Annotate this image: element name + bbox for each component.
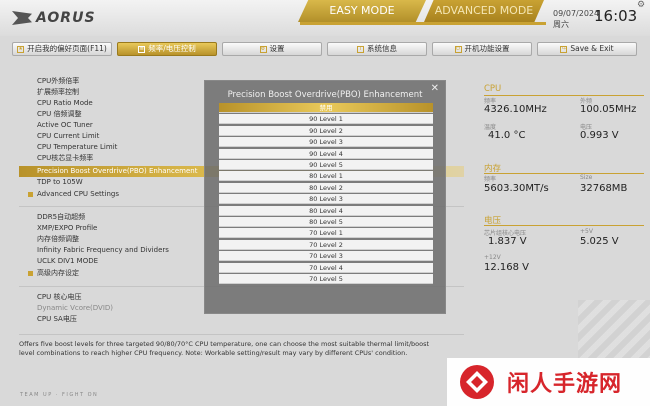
pbo-options-dialog: Precision Boost Overdrive(PBO) Enhanceme… xyxy=(204,80,446,314)
aorus-logo: AORUS xyxy=(12,8,96,28)
gear-icon[interactable]: ⚙ xyxy=(637,0,645,10)
item-label: Infinity Fabric Frequency and Dividers xyxy=(37,246,169,254)
brand-name: AORUS xyxy=(36,10,96,26)
dialog-option[interactable]: 90 Level 1 xyxy=(219,114,433,125)
time-display: 16:03 xyxy=(594,7,638,25)
dialog-option[interactable]: 70 Level 5 xyxy=(219,274,433,284)
item-label: CPU 核心电压 xyxy=(37,293,82,301)
cpu-bclk-value: 100.05MHz xyxy=(580,104,637,115)
top-header: AORUS EASY MODE ADVANCED MODE 09/07/2024… xyxy=(0,0,650,36)
mem-freq-value: 5603.30MT/s xyxy=(484,183,549,194)
tab-favorites[interactable]: ★ 开启我的偏好页面(F11) xyxy=(12,42,112,56)
tab-label: 频率/电压控制 xyxy=(148,44,196,53)
tab-system-info[interactable]: i 系统信息 xyxy=(327,42,427,56)
dialog-title: Precision Boost Overdrive(PBO) Enhanceme… xyxy=(227,90,423,100)
site-watermark: 闲人手游网 xyxy=(447,358,650,406)
item-label: Active OC Tuner xyxy=(37,121,93,129)
dialog-option[interactable]: 90 Level 2 xyxy=(219,125,433,136)
tab-label: 开启我的偏好页面(F11) xyxy=(27,44,107,53)
dialog-option[interactable]: 80 Level 4 xyxy=(219,205,433,216)
watermark-text: 闲人手游网 xyxy=(507,372,623,397)
v12-value: 12.168 V xyxy=(484,262,530,273)
help-description: Offers five boost levels for three targe… xyxy=(19,340,430,357)
item-label: 扩展频率控制 xyxy=(37,88,79,96)
info-icon: i xyxy=(357,45,364,53)
mode-underline xyxy=(300,22,546,25)
close-icon[interactable]: ✕ xyxy=(431,83,439,94)
submenu-bullet-icon xyxy=(28,271,33,276)
item-label: CPU Ratio Mode xyxy=(37,99,93,107)
advanced-mode-button[interactable]: ADVANCED MODE xyxy=(424,0,544,22)
mem-size-value: 32768MB xyxy=(580,183,628,194)
item-label: CPU SA电压 xyxy=(37,315,77,323)
tab-save-exit[interactable]: ↪ Save & Exit xyxy=(537,42,637,56)
dialog-option[interactable]: 90 Level 3 xyxy=(219,137,433,148)
v5-value: 5.025 V xyxy=(580,236,619,247)
dialog-option[interactable]: 80 Level 2 xyxy=(219,182,433,193)
list-item[interactable]: CPU SA电压 xyxy=(19,314,464,325)
item-label: 高级内存设定 xyxy=(37,269,79,277)
tab-label: 设置 xyxy=(269,44,285,53)
cpu-volt-value: 0.993 V xyxy=(580,130,619,141)
save-icon: ↪ xyxy=(560,45,568,53)
easy-mode-button[interactable]: EASY MODE xyxy=(298,0,426,22)
tweaker-icon: ≡ xyxy=(138,45,146,53)
dialog-option[interactable]: 90 Level 5 xyxy=(219,160,433,170)
tab-label: Save & Exit xyxy=(570,44,614,53)
chipset-volt-value: 1.837 V xyxy=(488,236,527,247)
dialog-option[interactable]: 70 Level 1 xyxy=(219,228,433,239)
dialog-option[interactable]: 70 Level 2 xyxy=(219,239,433,250)
aorus-eagle-icon xyxy=(12,11,32,25)
star-icon: ★ xyxy=(17,45,25,53)
section-line xyxy=(484,173,644,174)
item-label: 内存倍频调整 xyxy=(37,235,79,243)
item-label: Dynamic Vcore(DVID) xyxy=(37,304,114,312)
boot-icon: ⏻ xyxy=(454,45,462,53)
section-line xyxy=(484,95,644,96)
item-label: Advanced CPU Settings xyxy=(37,190,119,198)
tab-settings[interactable]: ⚙ 设置 xyxy=(222,42,322,56)
item-label: CPU核芯显卡频率 xyxy=(37,154,94,162)
tab-label: 开机功能设置 xyxy=(464,44,510,53)
main-tab-bar: ★ 开启我的偏好页面(F11) ≡ 频率/电压控制 ⚙ 设置 i 系统信息 ⏻ … xyxy=(12,42,640,56)
tab-boot[interactable]: ⏻ 开机功能设置 xyxy=(432,42,532,56)
settings-icon: ⚙ xyxy=(259,45,267,53)
cpu-section-title: CPU xyxy=(484,84,502,94)
dialog-option[interactable]: 80 Level 1 xyxy=(219,171,433,182)
dialog-option[interactable]: 80 Level 3 xyxy=(219,194,433,205)
v12-label: +12V xyxy=(484,254,501,261)
weekday-display: 周六 xyxy=(553,20,569,29)
dialog-option-selected[interactable]: 禁用 xyxy=(219,103,433,113)
mem-freq-label: 频率 xyxy=(484,176,497,183)
date-display: 09/07/2024 xyxy=(553,9,600,18)
dialog-option[interactable]: 90 Level 4 xyxy=(219,148,433,159)
item-label: CPU 倍频调整 xyxy=(37,110,82,118)
section-line xyxy=(484,225,644,226)
item-label: CPU Current Limit xyxy=(37,132,100,140)
dialog-option[interactable]: 70 Level 4 xyxy=(219,262,433,273)
item-label: UCLK DIV1 MODE xyxy=(37,257,99,265)
v5-label: +5V xyxy=(580,228,593,235)
footer-slogan: TEAM UP · FIGHT ON xyxy=(20,392,99,398)
mem-size-label: Size xyxy=(580,174,593,181)
dialog-option[interactable]: 80 Level 5 xyxy=(219,217,433,227)
item-label: TDP to 105W xyxy=(37,178,83,186)
cpu-freq-value: 4326.10MHz xyxy=(484,104,547,115)
item-label: DDR5自动超频 xyxy=(37,213,86,221)
tab-tweaker[interactable]: ≡ 频率/电压控制 xyxy=(117,42,217,56)
submenu-bullet-icon xyxy=(28,192,33,197)
dialog-option[interactable]: 70 Level 3 xyxy=(219,251,433,262)
tab-label: 系统信息 xyxy=(367,44,397,53)
item-label: CPU Temperature Limit xyxy=(37,143,118,151)
cpu-temp-value: 41.0 °C xyxy=(488,130,526,141)
item-label: CPU外频倍率 xyxy=(37,77,80,85)
watermark-logo-icon xyxy=(460,365,494,399)
item-label: Precision Boost Overdrive(PBO) Enhanceme… xyxy=(37,167,198,175)
item-label: XMP/EXPO Profile xyxy=(37,224,98,232)
section-divider xyxy=(19,334,464,335)
